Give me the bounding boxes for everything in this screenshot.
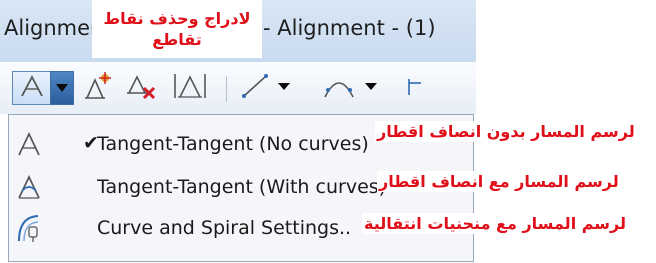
chevron-down-icon <box>56 79 68 97</box>
annotation-spiral: لرسم المسار مع منحنيات انتقالية <box>362 213 628 234</box>
annotation-with-curves: لرسم المسار مع انصاف اقطار <box>377 171 621 192</box>
line-tools-button[interactable] <box>236 71 304 105</box>
insert-pi-button[interactable] <box>78 71 118 105</box>
line-icon <box>238 71 302 106</box>
curve-spiral-settings-icon <box>13 211 45 245</box>
delete-pi-icon <box>125 71 159 106</box>
insert-pi-icon <box>81 71 115 106</box>
curve-icon <box>319 71 389 106</box>
annotation-insert-delete-pi: لادراج وحذف نقاط تقاطع <box>92 0 262 58</box>
pi-edit-icon <box>171 71 209 106</box>
delete-pi-button[interactable] <box>122 71 162 105</box>
connector-icon <box>399 71 429 105</box>
more-tools-button[interactable] <box>398 71 430 105</box>
annotation-header-line1: لادراج وحذف نقاط <box>103 9 251 28</box>
break-apart-pi-button[interactable] <box>168 71 212 105</box>
split-dropdown-arrow[interactable] <box>50 71 74 105</box>
menu-item-label: Curve and Spiral Settings.. <box>97 217 352 239</box>
tangent-with-curves-icon <box>13 170 45 204</box>
menu-item-label: Tangent-Tangent (No curves) <box>97 133 369 155</box>
alignment-toolbar <box>0 62 476 114</box>
menu-item-label: Tangent-Tangent (With curves) <box>97 176 387 198</box>
curve-tools-button[interactable] <box>316 71 392 105</box>
window-title-right: - Alignment - (1) <box>263 16 436 40</box>
tangent-tangent-icon <box>18 73 46 104</box>
tangent-tangent-split-button[interactable] <box>12 71 50 105</box>
tangent-no-curves-icon <box>13 127 45 161</box>
annotation-header-line2: تقاطع <box>152 30 202 49</box>
toolbar-separator <box>226 76 227 102</box>
window-title-left: Alignment <box>4 16 94 40</box>
annotation-no-curves: لرسم المسار بدون انصاف اقطار <box>375 121 637 142</box>
